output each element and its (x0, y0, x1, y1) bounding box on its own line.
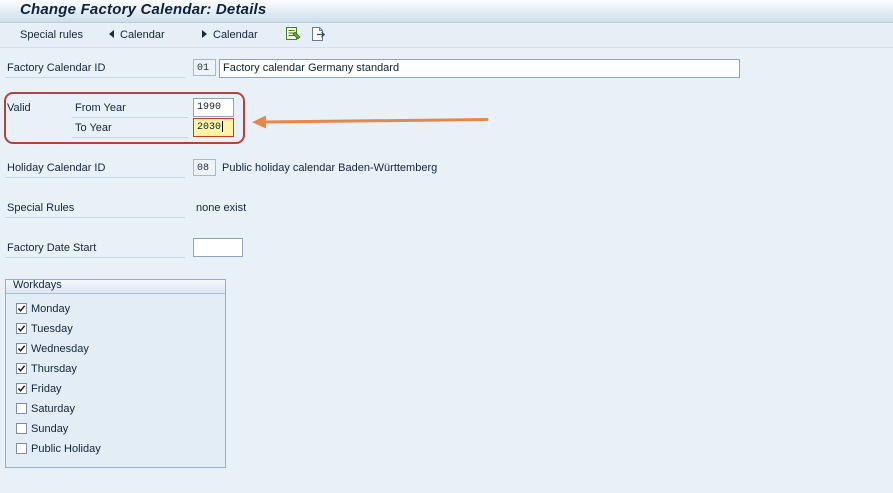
checkbox-label: Tuesday (31, 323, 73, 335)
checkmark-icon (17, 325, 26, 332)
checkbox-label: Thursday (31, 363, 77, 375)
checkbox[interactable] (16, 383, 27, 394)
checkbox-label: Monday (31, 303, 71, 315)
factory-calendar-id-label: Factory Calendar ID (7, 62, 106, 74)
arrow-right-icon (202, 30, 207, 39)
to-year-value: 2030 (197, 122, 222, 133)
holiday-calendar-id-label: Holiday Calendar ID (7, 162, 106, 174)
special-rules-button[interactable]: Special rules (20, 27, 83, 43)
special-rules-label: Special Rules (7, 202, 75, 214)
checkbox[interactable] (16, 303, 27, 314)
divider (5, 257, 185, 258)
valid-label: Valid (7, 102, 31, 114)
checkbox-label: Public Holiday (31, 443, 101, 455)
arrow-left-icon (109, 30, 114, 39)
divider (5, 217, 185, 218)
checkbox[interactable] (16, 403, 27, 414)
checkbox-label: Wednesday (31, 343, 89, 355)
next-calendar-label: Calendar (213, 29, 258, 41)
checkbox[interactable] (16, 323, 27, 334)
next-calendar-button[interactable]: Calendar (202, 27, 258, 43)
checkbox[interactable] (16, 443, 27, 454)
text-cursor (222, 120, 224, 132)
to-year-label: To Year (75, 122, 112, 134)
factory-calendar-description-field[interactable]: Factory calendar Germany standard (219, 59, 740, 78)
holiday-calendar-description: Public holiday calendar Baden-Württember… (222, 162, 438, 174)
workdays-title: Workdays (13, 279, 62, 291)
divider (72, 137, 188, 138)
checkbox[interactable] (16, 363, 27, 374)
from-year-label: From Year (75, 102, 126, 114)
checkbox[interactable] (16, 423, 27, 434)
checkbox-label: Friday (31, 383, 62, 395)
checkbox-label: Saturday (31, 403, 76, 415)
checkmark-icon (17, 345, 26, 352)
application-toolbar: Special rules Calendar Calendar (0, 23, 893, 48)
checkbox[interactable] (16, 343, 27, 354)
checkmark-icon (17, 305, 26, 312)
checkmark-icon (17, 365, 26, 372)
workdays-group: Workdays Monday Tuesday Wednesday Thursd… (5, 279, 226, 468)
checkbox-label: Sunday (31, 423, 69, 435)
divider (5, 177, 185, 178)
page-title: Change Factory Calendar: Details (20, 1, 267, 18)
holiday-calendar-id-field[interactable]: 08 (193, 159, 216, 176)
annotation-arrow (252, 115, 489, 129)
checkmark-icon (17, 385, 26, 392)
special-rules-value: none exist (196, 202, 247, 214)
to-year-input[interactable]: 2030 (193, 118, 234, 137)
factory-date-start-input[interactable] (193, 238, 243, 257)
previous-calendar-label: Calendar (120, 29, 165, 41)
from-year-input[interactable]: 1990 (193, 98, 234, 117)
divider (72, 117, 188, 118)
workdays-group-header: Workdays (6, 279, 225, 294)
title-bar: Change Factory Calendar: Details (0, 0, 893, 23)
factory-calendar-id-field[interactable]: 01 (193, 59, 216, 76)
divider (5, 77, 185, 78)
export-icon[interactable] (310, 26, 326, 42)
edit-list-icon[interactable] (285, 26, 301, 42)
previous-calendar-button[interactable]: Calendar (109, 27, 165, 43)
factory-date-start-label: Factory Date Start (7, 242, 97, 254)
